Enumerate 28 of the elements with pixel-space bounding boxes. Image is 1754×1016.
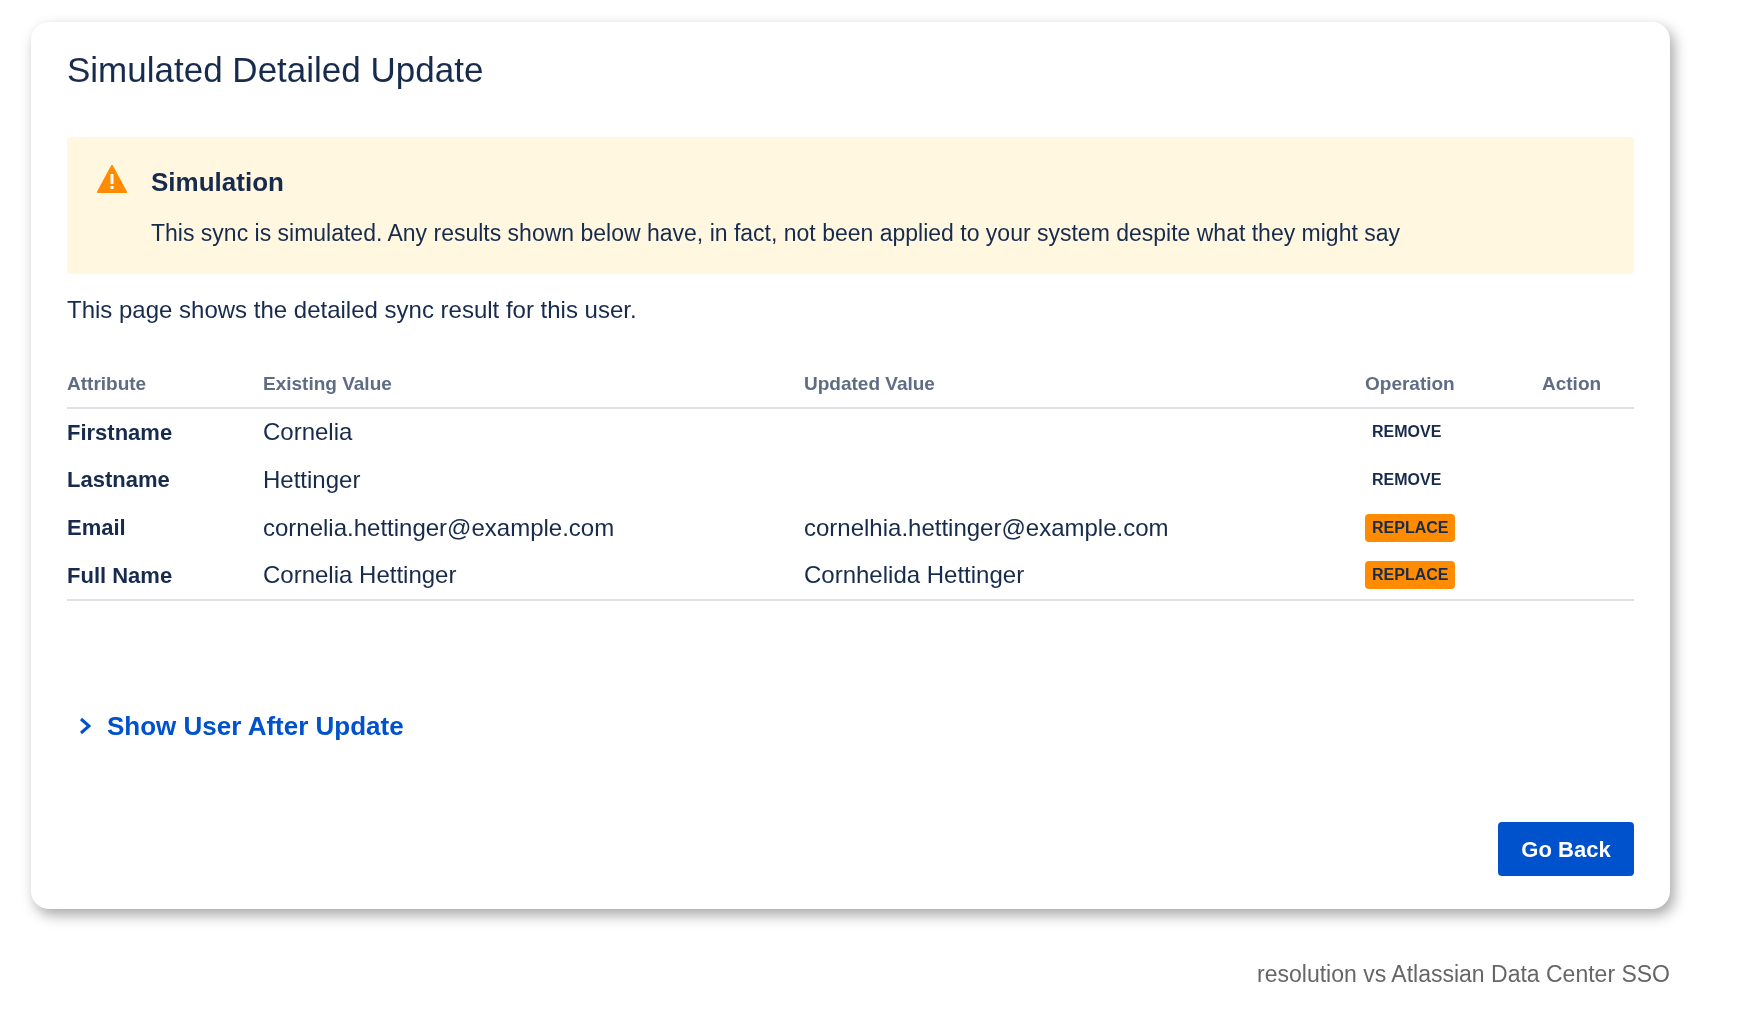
operation-label: REMOVE: [1371, 469, 1443, 490]
page-title: Simulated Detailed Update: [67, 49, 484, 91]
warning-icon: [97, 164, 127, 193]
caption-text: resolution vs Atlassian Data Center SSO: [1257, 960, 1670, 989]
warning-title: Simulation: [151, 165, 284, 199]
column-header: Operation: [1365, 373, 1455, 394]
column-header: Updated Value: [804, 373, 935, 394]
show-user-after-update-link[interactable]: Show User After Update: [79, 706, 404, 746]
attribute-label: Full Name: [67, 562, 173, 588]
attribute-label: Firstname: [67, 419, 173, 445]
existing-value: cornelia.hettinger@example.com: [263, 513, 615, 541]
attribute-label: Lastname: [67, 467, 170, 492]
existing-value: Cornelia: [263, 418, 353, 445]
operation-badge: REPLACE: [1365, 513, 1456, 542]
column-header: Existing Value: [263, 373, 392, 394]
go-back-button[interactable]: Go Back: [1498, 822, 1634, 876]
column-header: Attribute: [67, 373, 147, 394]
description-text: This page shows the detailed sync result for this user.: [67, 295, 637, 325]
warning-message: This sync is simulated. Any results shown below have, in fact, not been applied to your system despite what they might say: [151, 218, 1401, 248]
operation-badge: REPLACE: [1365, 561, 1456, 589]
chevron-icon: [79, 717, 91, 735]
existing-value: Hettinger: [263, 465, 361, 493]
updated-value: cornelhia.hettinger@example.com: [804, 513, 1169, 541]
existing-value: Cornelia Hettinger: [263, 561, 457, 588]
operation-label: REMOVE: [1371, 422, 1443, 442]
attribute-label: Email: [67, 515, 126, 540]
updated-value: Cornhelida Hettinger: [804, 561, 1025, 588]
column-header: Action: [1542, 373, 1602, 394]
